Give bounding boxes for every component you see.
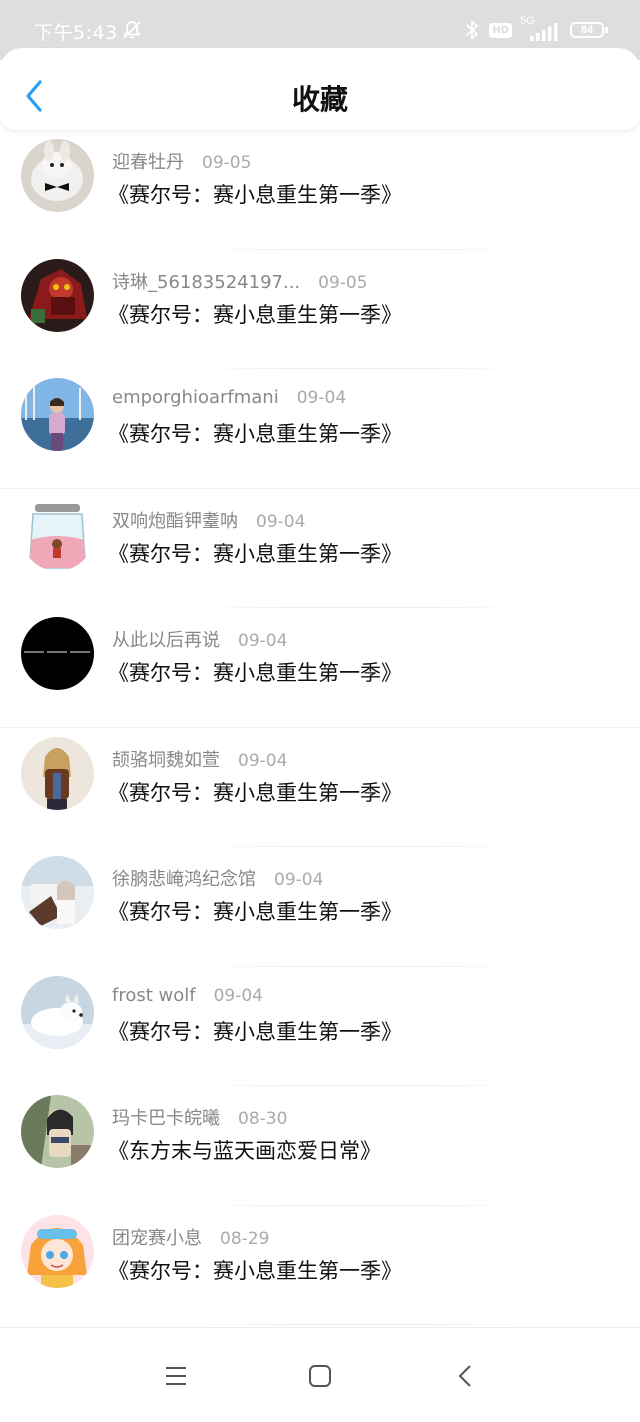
item-user: 诗琳_56183524197... xyxy=(112,271,301,293)
home-square-icon[interactable] xyxy=(306,1362,334,1390)
item-user: 双响炮酯钾耋呐 xyxy=(112,510,238,532)
avatar xyxy=(21,139,94,212)
item-user: 迎春牡丹 xyxy=(112,152,184,173)
page-title: 收藏 xyxy=(291,83,348,116)
favorites-list: 迎春牡丹 09-05 《赛尔号：赛小息重生第一季》 诗琳_56183524197.… xyxy=(0,130,640,1325)
list-item[interactable]: 团宠赛小息 08-29 《赛尔号：赛小息重生第一季》 xyxy=(0,1206,640,1325)
header: 收藏 xyxy=(0,48,640,130)
hd-icon: HD xyxy=(489,22,512,38)
item-date: 09-04 xyxy=(238,750,288,771)
item-date: 09-04 xyxy=(296,388,347,408)
item-meta: 迎春牡丹 09-05 xyxy=(112,148,251,174)
item-title: 《赛尔号：赛小息重生第一季》 xyxy=(108,1258,402,1283)
avatar xyxy=(21,258,94,332)
battery-level: 84 xyxy=(580,24,594,36)
item-meta: 团宠赛小息 08-29 xyxy=(112,1224,269,1250)
avatar xyxy=(21,1214,94,1288)
item-meta: frost wolf 09-04 xyxy=(112,985,263,1006)
item-title: 《赛尔号：赛小息重生第一季》 xyxy=(108,541,402,566)
item-title: 《赛尔号：赛小息重生第一季》 xyxy=(108,422,402,446)
list-item[interactable]: 从此以后再说 09-04 《赛尔号：赛小息重生第一季》 xyxy=(0,608,640,728)
item-date: 09-04 xyxy=(238,631,288,651)
item-meta: 颉骆垌魏如萱 09-04 xyxy=(112,746,287,772)
list-item[interactable]: frost wolf 09-04 《赛尔号：赛小息重生第一季》 xyxy=(0,967,640,1086)
avatar xyxy=(21,736,94,810)
avatar xyxy=(21,1095,94,1168)
avatar xyxy=(21,378,94,451)
list-item[interactable]: 迎春牡丹 09-05 《赛尔号：赛小息重生第一季》 xyxy=(0,130,640,250)
item-date: 09-04 xyxy=(274,870,324,890)
item-user: 玛卡巴卡皖曦 xyxy=(112,1108,220,1129)
menu-icon[interactable] xyxy=(162,1362,190,1390)
list-item[interactable]: 诗琳_56183524197... 09-05 《赛尔号：赛小息重生第一季》 xyxy=(0,250,640,369)
item-user: 团宠赛小息 xyxy=(112,1227,202,1249)
item-user: 徐朒悲崦鸿纪念馆 xyxy=(112,869,256,890)
item-title: 《赛尔号：赛小息重生第一季》 xyxy=(108,183,402,207)
item-title: 《赛尔号：赛小息重生第一季》 xyxy=(108,900,402,924)
item-date: 09-04 xyxy=(213,985,263,1006)
back-triangle-icon[interactable] xyxy=(452,1362,480,1390)
item-meta: 双响炮酯钾耋呐 09-04 xyxy=(112,507,305,533)
item-title: 《赛尔号：赛小息重生第一季》 xyxy=(108,302,402,327)
avatar xyxy=(21,975,94,1049)
item-meta: 诗琳_56183524197... 09-05 xyxy=(112,268,368,294)
item-user: 颉骆垌魏如萱 xyxy=(112,749,220,771)
divider xyxy=(200,1324,520,1325)
mute-icon xyxy=(123,21,141,39)
item-date: 09-04 xyxy=(256,511,306,532)
status-time: 下午5:43 xyxy=(34,22,118,44)
item-date: 09-05 xyxy=(318,272,368,293)
list-item[interactable]: 徐朒悲崦鸿纪念馆 09-04 《赛尔号：赛小息重生第一季》 xyxy=(0,847,640,967)
item-user: 从此以后再说 xyxy=(112,630,220,651)
item-title: 《赛尔号：赛小息重生第一季》 xyxy=(108,780,402,805)
item-user: frost wolf xyxy=(112,984,196,1006)
list-item[interactable]: 双响炮酯钾耋呐 09-04 《赛尔号：赛小息重生第一季》 xyxy=(0,489,640,608)
list-item[interactable]: 颉骆垌魏如萱 09-04 《赛尔号：赛小息重生第一季》 xyxy=(0,728,640,847)
list-item[interactable]: emporghioarfmani 09-04 《赛尔号：赛小息重生第一季》 xyxy=(0,369,640,489)
system-nav-bar xyxy=(0,1327,640,1422)
item-title: 《赛尔号：赛小息重生第一季》 xyxy=(108,1019,402,1044)
status-icons: HD 5G 84 xyxy=(465,15,608,42)
avatar xyxy=(21,856,94,929)
item-meta: 从此以后再说 09-04 xyxy=(112,626,287,652)
item-meta: emporghioarfmani 09-04 xyxy=(112,387,346,408)
item-meta: 玛卡巴卡皖曦 08-30 xyxy=(112,1104,287,1130)
item-meta: 徐朒悲崦鸿纪念馆 09-04 xyxy=(112,865,323,891)
item-title: 《赛尔号：赛小息重生第一季》 xyxy=(108,661,402,685)
item-date: 08-29 xyxy=(220,1228,270,1249)
battery-icon: 84 xyxy=(570,22,608,38)
avatar xyxy=(21,497,94,571)
favorites-page: 下午5:43 HD 5G 84 收藏 迎春牡丹 09-05 《赛尔号：赛小息重生… xyxy=(0,0,640,1422)
list-item[interactable]: 玛卡巴卡皖曦 08-30 《东方末与蓝天画恋爱日常》 xyxy=(0,1086,640,1206)
signal-icon: 5G xyxy=(520,15,558,41)
item-date: 08-30 xyxy=(238,1109,288,1129)
item-user: emporghioarfmani xyxy=(112,387,279,408)
item-date: 09-05 xyxy=(202,153,252,173)
item-title: 《东方末与蓝天画恋爱日常》 xyxy=(108,1139,381,1163)
avatar xyxy=(21,617,94,690)
bluetooth-icon xyxy=(466,20,479,40)
